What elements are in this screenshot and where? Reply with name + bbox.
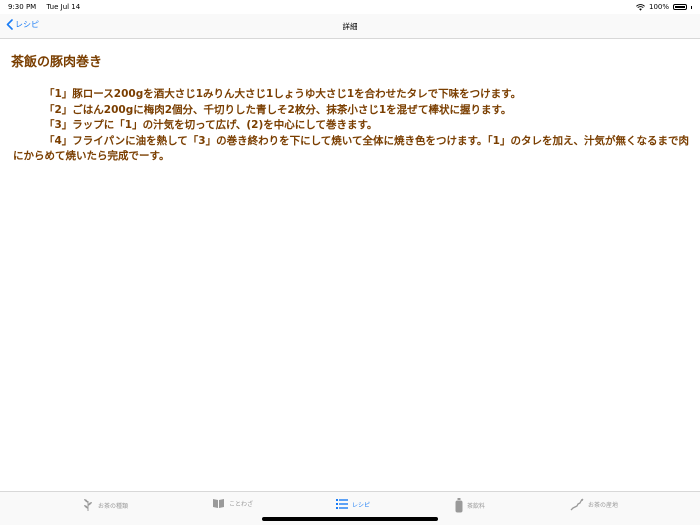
tab-label: お茶の種類	[98, 502, 129, 510]
tab-tea-types[interactable]: お茶の種類	[82, 498, 128, 512]
recipe-step: 「3」ラップに「1」の汁気を切って広げ、(2)を中心にして巻きます。	[44, 119, 378, 131]
tab-label: 茶飲料	[467, 503, 486, 510]
tab-tea-drinks[interactable]: 茶飲料	[455, 498, 485, 513]
recipe-title: 茶飯の豚肉巻き	[11, 55, 103, 70]
status-time: 9:30 PM	[8, 3, 37, 11]
book-icon	[213, 499, 224, 508]
tab-tea-regions[interactable]: お茶の産地	[570, 498, 618, 511]
status-left: 9:30 PM Tue Jul 14	[8, 3, 88, 11]
home-indicator[interactable]	[262, 517, 438, 521]
list-icon	[336, 499, 348, 509]
tab-label: お茶の産地	[588, 502, 619, 509]
page-title: 詳細	[342, 22, 358, 31]
battery-percent: 100%	[648, 3, 669, 11]
map-icon	[570, 498, 584, 511]
recipe-step: 「1」豚ロース200gを酒大さじ1みりん大さじ1しょうゆ大さじ1を合わせたタレで…	[44, 88, 522, 100]
battery-tip	[691, 5, 692, 9]
battery-fill	[675, 6, 685, 8]
recipe-step: 「2」ごはん200gに梅肉2個分、千切りした青しそ2枚分、抹茶小さじ1を混ぜて棒…	[44, 103, 512, 116]
recipe-step: 「4」フライパンに油を熱して「3」の巻き終わりを下にして焼いて全体に焼き色をつけ…	[13, 134, 689, 163]
tab-recipes[interactable]: レシピ	[336, 498, 370, 510]
bottle-icon	[455, 498, 463, 513]
tea-plant-icon	[84, 499, 92, 511]
status-date: Tue Jul 14	[46, 3, 81, 11]
status-right: 100%	[636, 3, 692, 11]
wifi-icon	[636, 3, 645, 11]
navigation-bar: レシピ 詳細	[0, 14, 700, 39]
tab-label: レシピ	[352, 501, 371, 509]
tab-proverbs[interactable]: ことわざ	[212, 498, 253, 509]
tab-label: ことわざ	[229, 501, 254, 508]
battery-icon	[673, 4, 687, 10]
status-bar: 9:30 PM Tue Jul 14 100%	[0, 0, 700, 14]
recipe-detail: 茶飯の豚肉巻き 「1」豚ロース200gを酒大さじ1みりん大さじ1しょうゆ大さじ1…	[0, 39, 700, 491]
recipe-steps: 「1」豚ロース200gを酒大さじ1みりん大さじ1しょうゆ大さじ1を合わせたタレで…	[13, 87, 689, 165]
